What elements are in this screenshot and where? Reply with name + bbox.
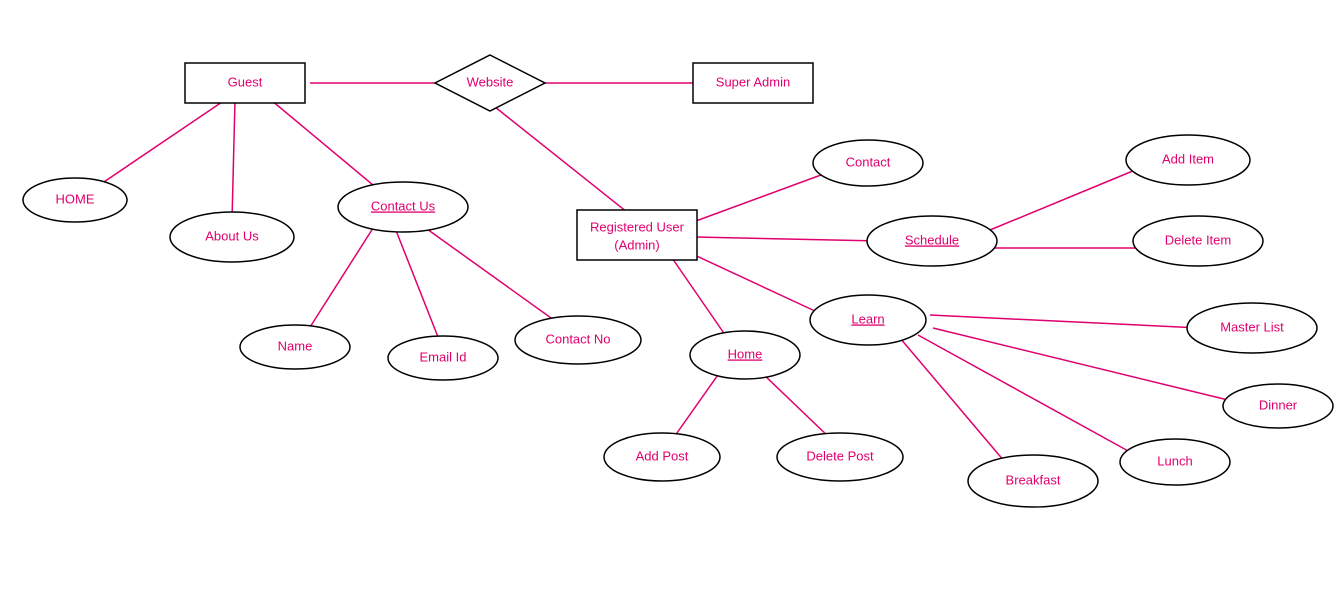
delete-item-label: Delete Item [1165, 232, 1231, 247]
registered-user-label2: (Admin) [614, 237, 660, 252]
name-label: Name [278, 338, 313, 353]
add-post-label: Add Post [636, 448, 689, 463]
registered-user-node [577, 210, 697, 260]
guest-label: Guest [228, 74, 263, 89]
add-item-label: Add Item [1162, 151, 1214, 166]
contact-no-label: Contact No [545, 331, 610, 346]
delete-post-label: Delete Post [806, 448, 874, 463]
master-list-label: Master List [1220, 319, 1284, 334]
super-admin-label: Super Admin [716, 74, 790, 89]
home-label: HOME [56, 191, 95, 206]
dinner-label: Dinner [1259, 397, 1298, 412]
learn-label: Learn [851, 311, 884, 326]
lunch-label: Lunch [1157, 453, 1192, 468]
website-label: Website [467, 74, 514, 89]
email-id-label: Email Id [420, 349, 467, 364]
contact-us-label: Contact Us [371, 198, 436, 213]
about-us-label: About Us [205, 228, 259, 243]
registered-user-label: Registered User [590, 219, 685, 234]
home2-label: Home [728, 346, 763, 361]
contact-label: Contact [846, 154, 891, 169]
schedule-label: Schedule [905, 232, 959, 247]
breakfast-label: Breakfast [1006, 472, 1061, 487]
diagram-canvas: Website Guest Super Admin HOME About Us … [0, 0, 1342, 589]
